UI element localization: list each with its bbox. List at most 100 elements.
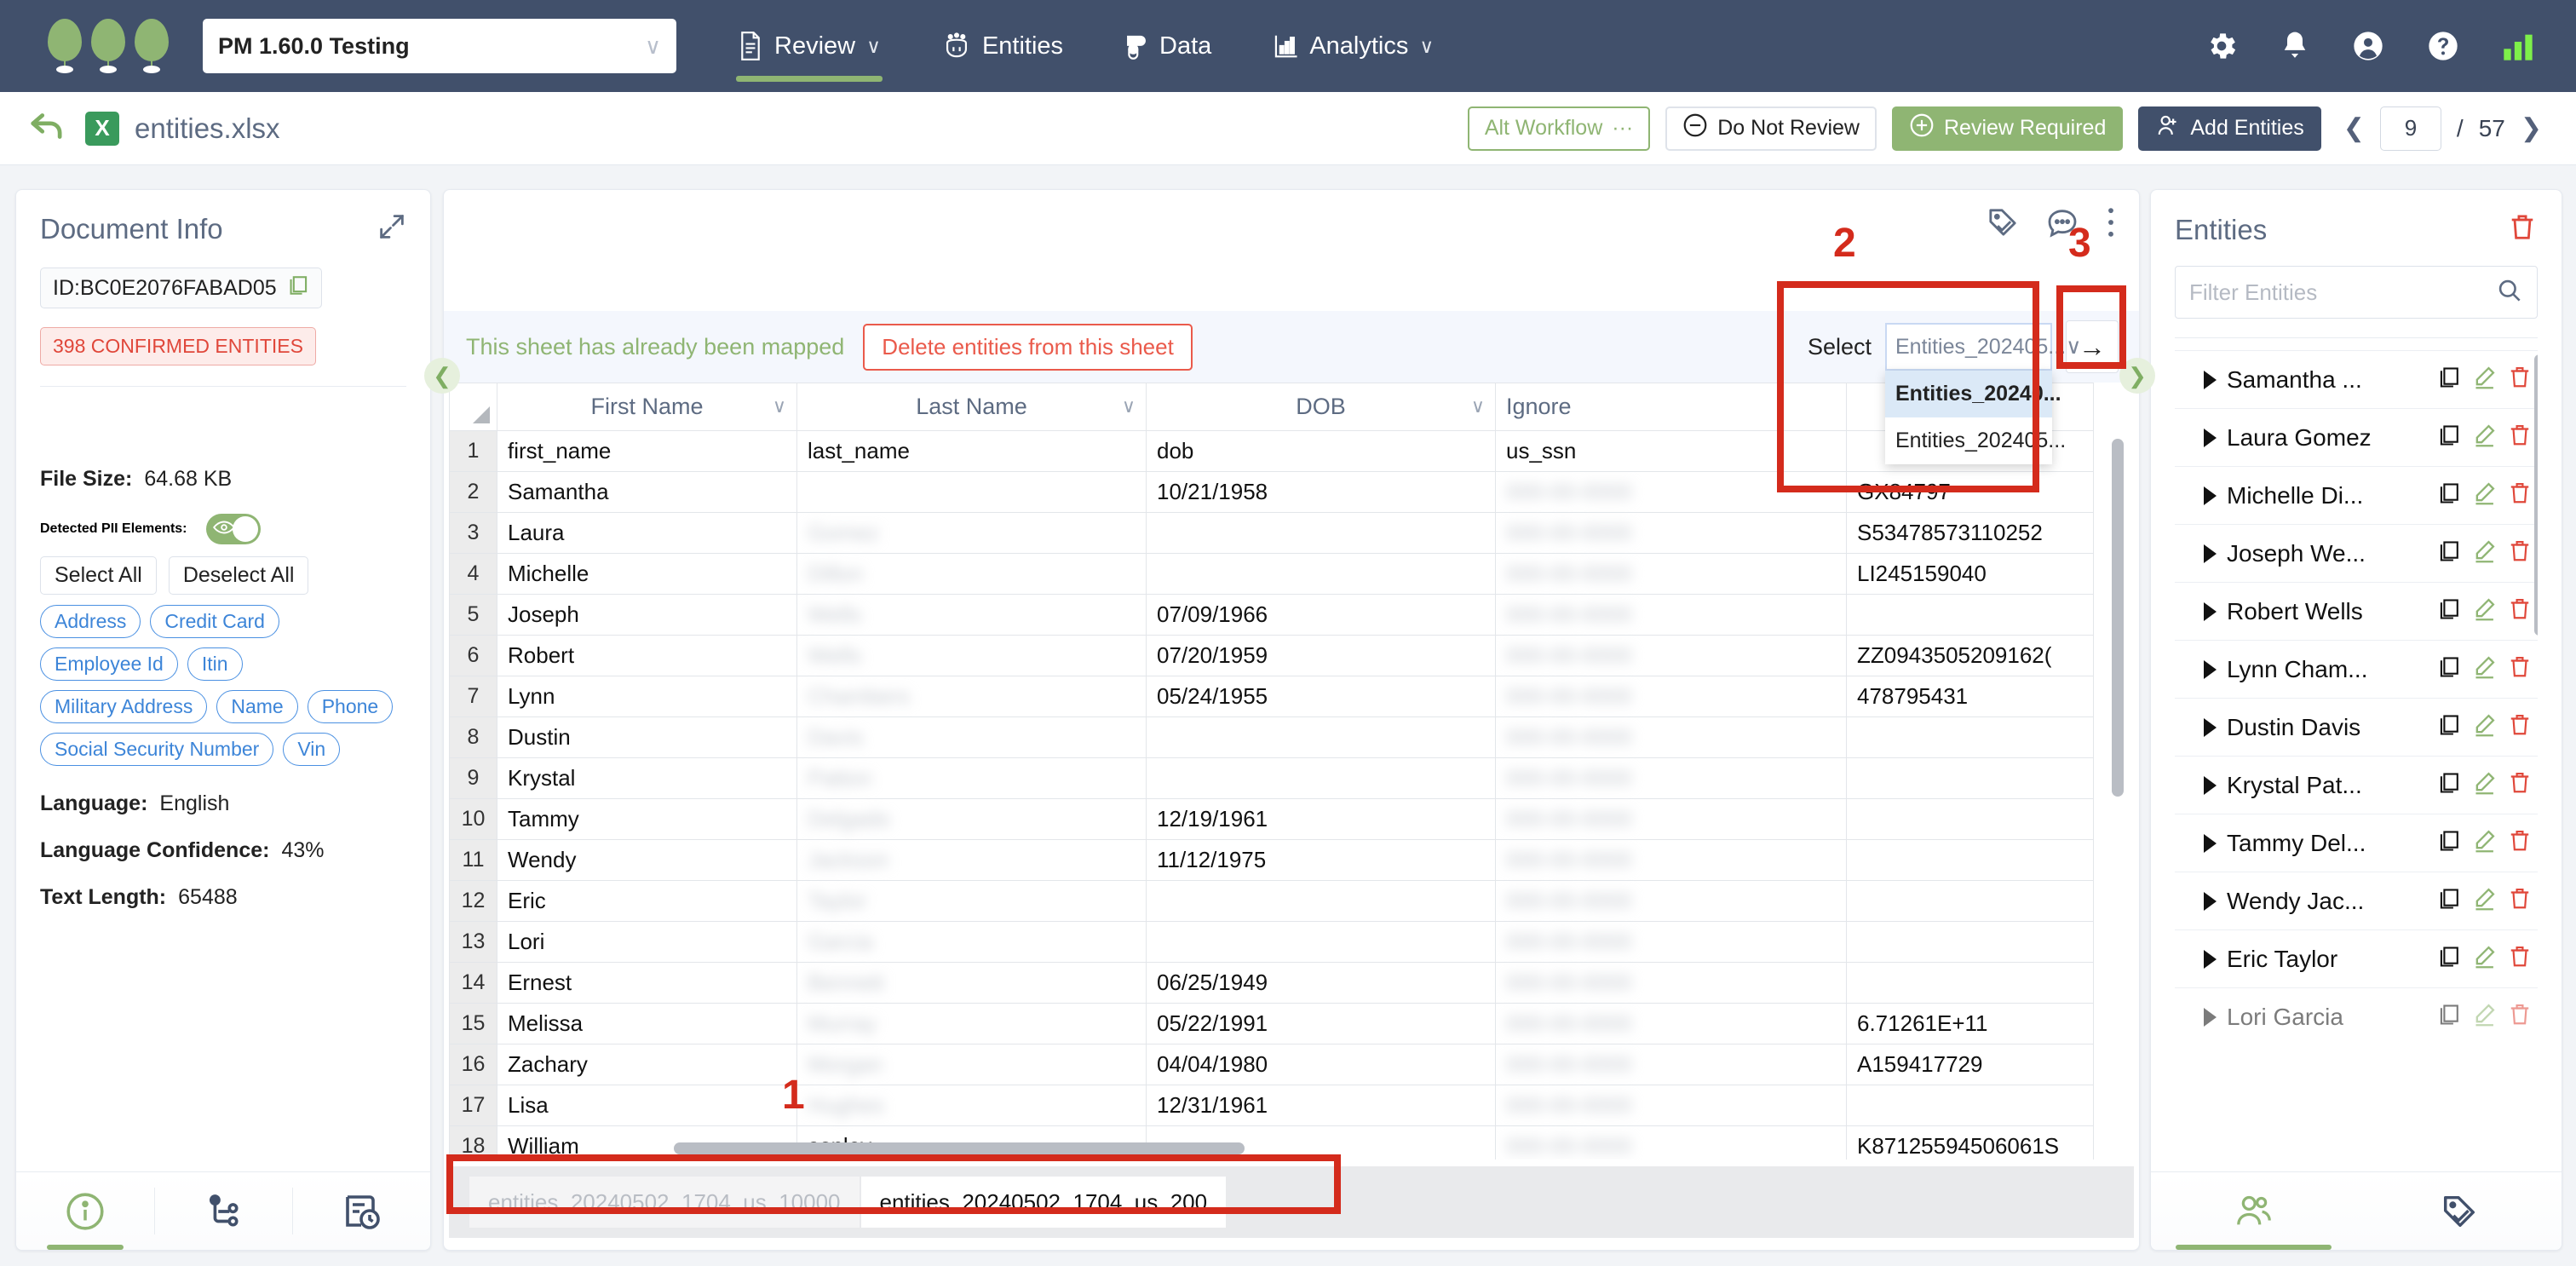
pii-tag-phone[interactable]: Phone (308, 690, 394, 723)
spreadsheet-grid[interactable]: First Name ∨ Last Name ∨ DOB ∨ Ignore (449, 383, 2134, 1160)
pii-tag-itin[interactable]: Itin (187, 647, 243, 681)
cell-last-name[interactable]: Jackson (797, 840, 1147, 881)
edit-pencil-icon[interactable] (2471, 481, 2497, 510)
pii-tag-address[interactable]: Address (40, 605, 141, 638)
edit-pencil-icon[interactable] (2471, 423, 2497, 452)
cell-dob[interactable]: 07/20/1959 (1147, 636, 1496, 676)
cell-dob[interactable]: 06/25/1949 (1147, 963, 1496, 1004)
edit-pencil-icon[interactable] (2471, 654, 2497, 684)
table-row[interactable]: 14ErnestBennett06/25/1949000-00-0000 (450, 963, 2094, 1004)
cell-first-name[interactable]: Zachary (497, 1044, 797, 1085)
deselect-all-button[interactable]: Deselect All (169, 556, 309, 595)
trash-icon[interactable] (2507, 365, 2533, 394)
edit-pencil-icon[interactable] (2471, 770, 2497, 800)
cell-extra[interactable]: S53478573110252 (1847, 513, 2094, 554)
chevron-down-icon[interactable]: ∨ (1122, 395, 1136, 417)
collapse-left-panel-handle[interactable]: ❮ (424, 358, 460, 394)
cell-ignore[interactable]: 000-00-0000 (1496, 963, 1847, 1004)
pii-tag-employee-id[interactable]: Employee Id (40, 647, 178, 681)
row-number[interactable]: 13 (450, 922, 497, 963)
cell-first-name[interactable]: Joseph (497, 595, 797, 636)
cell-dob[interactable] (1147, 513, 1496, 554)
table-row[interactable]: 4MichelleDillon000-00-0000LI245159040 (450, 554, 2094, 595)
cell-extra[interactable]: A159417729 (1847, 1044, 2094, 1085)
cell-last-name[interactable]: Garcia (797, 922, 1147, 963)
copy-icon[interactable] (2437, 365, 2461, 394)
cell-ignore[interactable]: 000-00-0000 (1496, 676, 1847, 717)
cell-extra[interactable]: 478795431 (1847, 676, 2094, 717)
pii-tag-ssn[interactable]: Social Security Number (40, 733, 273, 766)
list-item[interactable]: Michelle Di... (2175, 467, 2538, 525)
cell-extra[interactable] (1847, 595, 2094, 636)
list-item[interactable]: Joseph We... (2175, 525, 2538, 583)
cell-extra[interactable] (1847, 758, 2094, 799)
row-number[interactable]: 8 (450, 717, 497, 758)
next-page-button[interactable]: ❯ (2521, 113, 2542, 143)
cell-first-name[interactable]: Lisa (497, 1085, 797, 1126)
trash-icon[interactable] (2507, 770, 2533, 800)
filter-entities-input[interactable] (2189, 279, 2496, 306)
cell-last-name[interactable]: Gomez (797, 513, 1147, 554)
cell-last-name[interactable]: Taylor (797, 881, 1147, 922)
cell-dob[interactable]: 10/21/1958 (1147, 472, 1496, 513)
table-row[interactable]: 12EricTaylor000-00-0000 (450, 881, 2094, 922)
cell-last-name[interactable] (797, 472, 1147, 513)
entities-list[interactable]: Samantha ... Laura Gomez Michelle Di... … (2175, 350, 2538, 1027)
project-selector[interactable]: PM 1.60.0 Testing ∨ (203, 19, 676, 73)
row-number[interactable]: 6 (450, 636, 497, 676)
copy-icon[interactable] (287, 274, 309, 302)
cell-extra[interactable] (1847, 717, 2094, 758)
entity-set-option-1[interactable]: Entities_20240... (1885, 371, 2052, 417)
copy-icon[interactable] (2437, 887, 2461, 915)
entity-set-select[interactable]: Entities_202405... ∨ (1885, 323, 2052, 371)
row-number[interactable]: 12 (450, 881, 497, 922)
prev-page-button[interactable]: ❮ (2343, 113, 2365, 143)
list-item[interactable]: Laura Gomez (2175, 409, 2538, 467)
cell-ignore[interactable]: 000-00-0000 (1496, 717, 1847, 758)
table-row[interactable]: 16ZacharyMorgan04/04/1980000-00-0000A159… (450, 1044, 2094, 1085)
cell-first-name[interactable]: Michelle (497, 554, 797, 595)
trash-icon[interactable] (2507, 886, 2533, 916)
edit-pencil-icon[interactable] (2471, 538, 2497, 568)
expand-triangle-icon[interactable] (2204, 950, 2217, 969)
cell-ignore[interactable]: 000-00-0000 (1496, 1085, 1847, 1126)
column-header-first-name[interactable]: First Name ∨ (497, 383, 797, 431)
row-number[interactable]: 7 (450, 676, 497, 717)
copy-icon[interactable] (2437, 713, 2461, 741)
cell-dob[interactable]: 07/09/1966 (1147, 595, 1496, 636)
nav-item-review[interactable]: Review ∨ (729, 0, 889, 92)
table-row[interactable]: 15MelissaMurray05/22/1991000-00-00006.71… (450, 1004, 2094, 1044)
table-row[interactable]: 17LisaHughes12/31/1961000-00-0000 (450, 1085, 2094, 1126)
cell-dob[interactable]: 04/04/1980 (1147, 1044, 1496, 1085)
expand-triangle-icon[interactable] (2204, 660, 2217, 679)
trash-icon[interactable] (2507, 828, 2533, 858)
cell-first-name[interactable]: first_name (497, 431, 797, 472)
list-item[interactable]: Tammy Del... (2175, 814, 2538, 872)
delete-entities-button[interactable]: Delete entities from this sheet (863, 324, 1193, 371)
cell-first-name[interactable]: Samantha (497, 472, 797, 513)
cell-extra[interactable] (1847, 840, 2094, 881)
edit-pencil-icon[interactable] (2471, 944, 2497, 974)
cell-ignore[interactable]: 000-00-0000 (1496, 513, 1847, 554)
trash-icon[interactable] (2507, 423, 2533, 452)
filter-entities-box[interactable] (2175, 266, 2538, 319)
cell-ignore[interactable]: 000-00-0000 (1496, 922, 1847, 963)
trash-icon[interactable] (2507, 481, 2533, 510)
row-number[interactable]: 18 (450, 1126, 497, 1160)
review-required-button[interactable]: Review Required (1892, 106, 2123, 151)
select-all-corner[interactable] (450, 383, 497, 431)
expand-triangle-icon[interactable] (2204, 892, 2217, 911)
cell-dob[interactable]: 05/24/1955 (1147, 676, 1496, 717)
column-header-ignore[interactable]: Ignore (1496, 383, 1847, 431)
row-number[interactable]: 9 (450, 758, 497, 799)
cell-dob[interactable]: dob (1147, 431, 1496, 472)
cell-dob[interactable]: 11/12/1975 (1147, 840, 1496, 881)
cell-last-name[interactable]: Davis (797, 717, 1147, 758)
trash-icon[interactable] (2507, 654, 2533, 684)
list-item[interactable]: Dustin Davis (2175, 699, 2538, 757)
cell-first-name[interactable]: Ernest (497, 963, 797, 1004)
cell-dob[interactable] (1147, 758, 1496, 799)
trash-icon[interactable] (2507, 1002, 2533, 1027)
cell-first-name[interactable]: Robert (497, 636, 797, 676)
pii-visibility-toggle[interactable] (206, 514, 261, 544)
